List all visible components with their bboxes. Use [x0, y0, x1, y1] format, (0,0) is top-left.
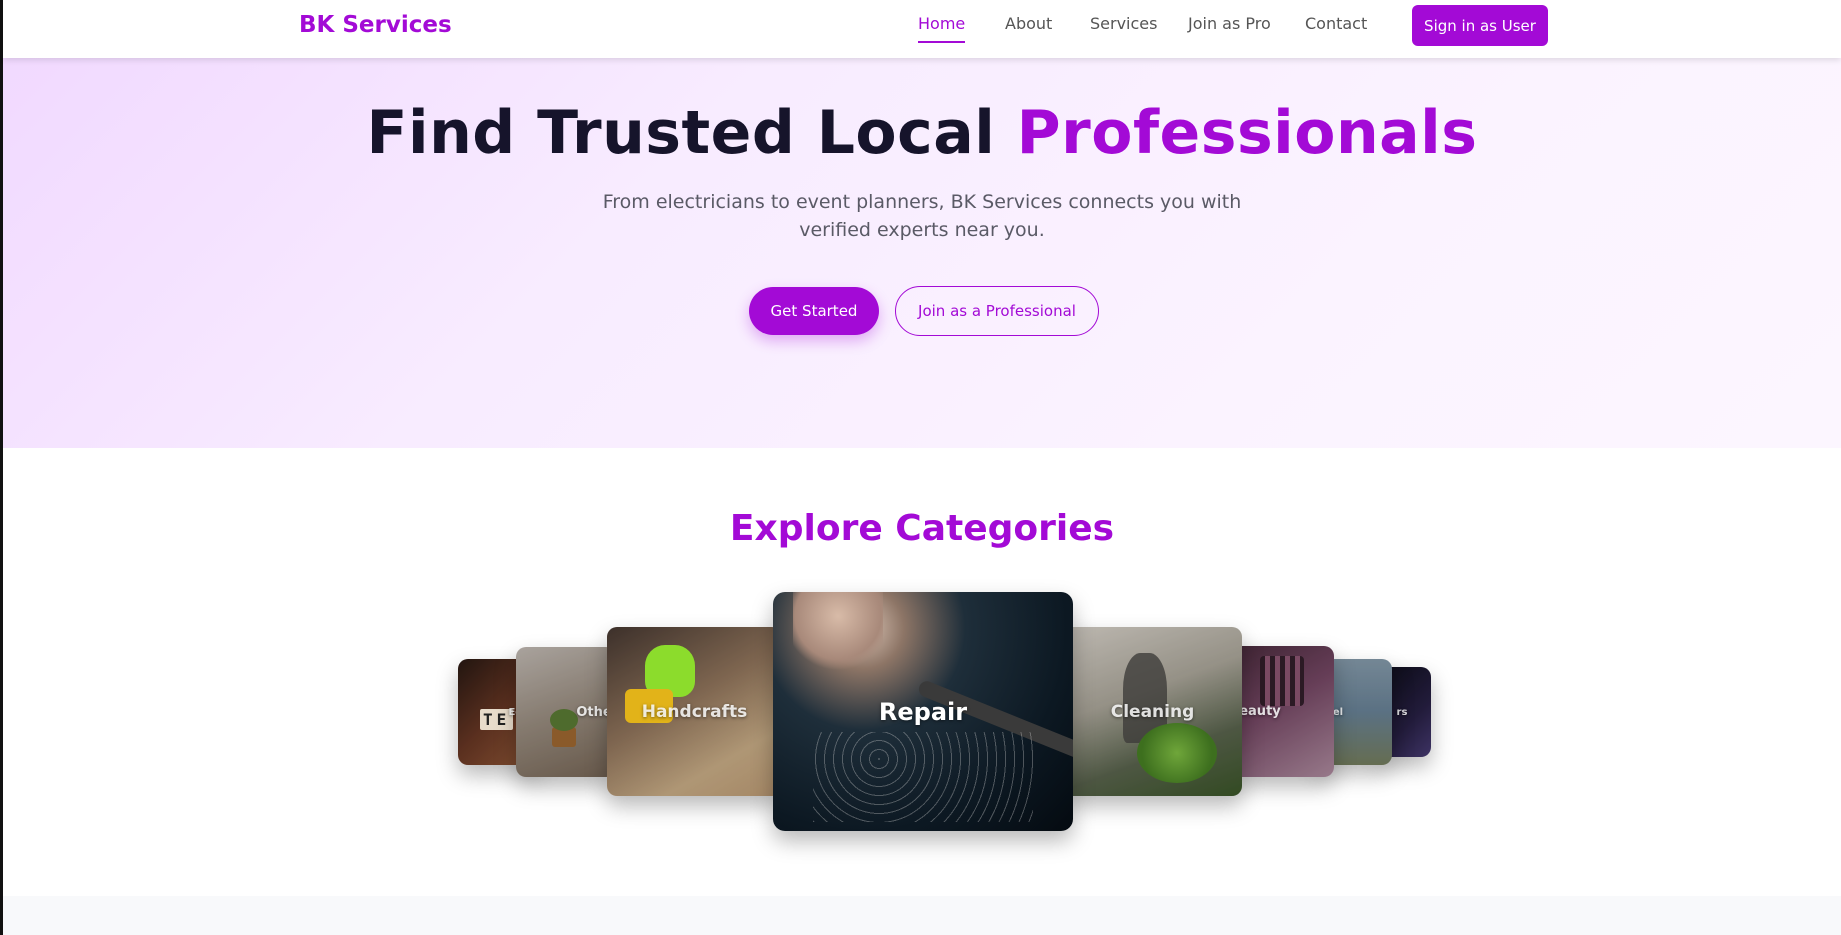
category-label: rs [1396, 706, 1408, 718]
nav-services[interactable]: Services [1090, 14, 1157, 41]
category-label: Repair [878, 697, 968, 726]
circuit-board-image [813, 732, 1033, 822]
makeup-brushes-image [1260, 656, 1304, 706]
category-label: Handcrafts [641, 701, 748, 722]
category-card-other[interactable]: Othe [516, 647, 616, 777]
plant-leaves-image [550, 709, 578, 731]
category-card-repair[interactable]: Repair [773, 592, 1073, 831]
category-label: eauty [1239, 704, 1281, 719]
next-section-band [3, 896, 1841, 935]
sign-in-button[interactable]: Sign in as User [1412, 5, 1548, 46]
hand-image [793, 592, 883, 672]
category-card-cleaning[interactable]: Cleaning [1063, 627, 1242, 796]
nav-home[interactable]: Home [918, 14, 966, 43]
plant-image [1137, 723, 1217, 783]
navbar: BK Services Home About Services Join as … [3, 0, 1841, 58]
category-label: el [1332, 706, 1344, 718]
categories-carousel: rs TE Edu el Othe eauty Handcrafts Clean… [3, 0, 1841, 935]
category-card-beauty[interactable]: eauty [1230, 646, 1334, 777]
nav-join-as-pro[interactable]: Join as Pro [1188, 14, 1271, 41]
nav-about[interactable]: About [1005, 14, 1052, 41]
category-card-handcrafts[interactable]: Handcrafts [607, 627, 782, 796]
category-label: Cleaning [1110, 701, 1195, 722]
nav-contact[interactable]: Contact [1305, 14, 1367, 41]
brand-logo[interactable]: BK Services [299, 12, 452, 38]
